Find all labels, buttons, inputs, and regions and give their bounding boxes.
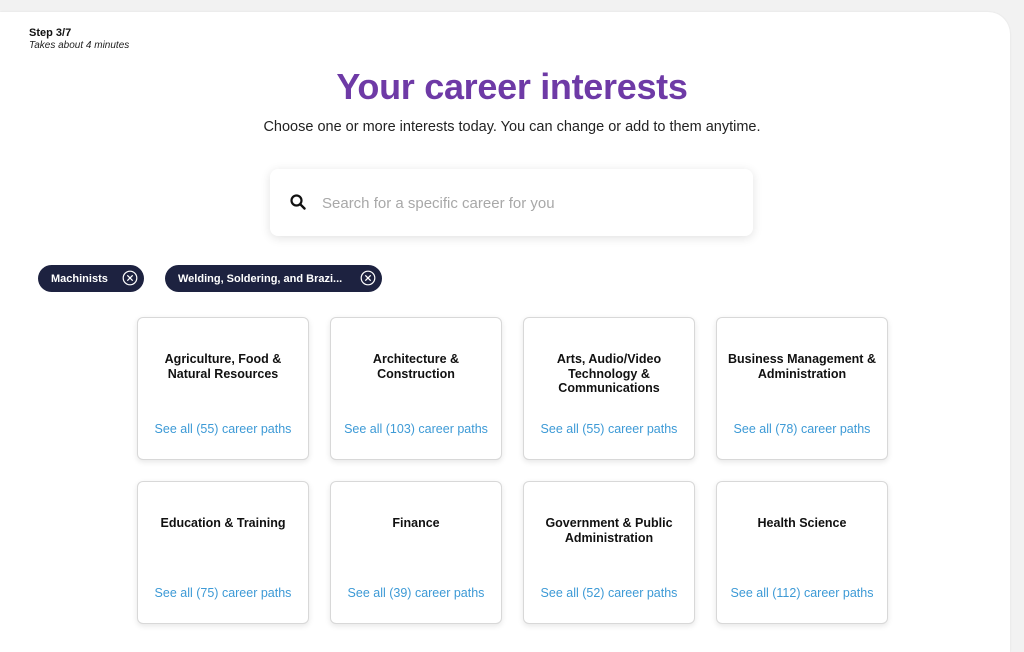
- page-title: Your career interests: [336, 66, 688, 107]
- see-all-link[interactable]: See all (52) career paths: [524, 586, 694, 600]
- card-title: Finance: [392, 516, 440, 530]
- see-all-link[interactable]: See all (103) career paths: [331, 422, 501, 436]
- category-card-finance[interactable]: Finance See all (39) career paths: [330, 481, 502, 624]
- card-title: Government & Public Administration: [545, 516, 673, 545]
- card-title: Architecture & Construction: [372, 352, 460, 381]
- see-all-link[interactable]: See all (78) career paths: [717, 422, 887, 436]
- card-title: Agriculture, Food & Natural Resources: [164, 352, 282, 381]
- category-card-architecture[interactable]: Architecture & Construction See all (103…: [330, 317, 502, 460]
- category-card-health-science[interactable]: Health Science See all (112) career path…: [716, 481, 888, 624]
- page-subtitle: Choose one or more interests today. You …: [263, 119, 761, 135]
- chip-label: Welding, Soldering, and Brazi...: [178, 272, 343, 285]
- search-input[interactable]: [320, 189, 724, 217]
- category-card-government[interactable]: Government & Public Administration See a…: [523, 481, 695, 624]
- see-all-link[interactable]: See all (112) career paths: [717, 586, 887, 600]
- close-circle-icon[interactable]: [360, 270, 376, 286]
- card-title: Arts, Audio/Video Technology & Communica…: [556, 352, 662, 395]
- category-card-business[interactable]: Business Management & Administration See…: [716, 317, 888, 460]
- see-all-link[interactable]: See all (39) career paths: [331, 586, 501, 600]
- card-title: Education & Training: [160, 516, 286, 530]
- see-all-link[interactable]: See all (55) career paths: [524, 422, 694, 436]
- chip-label: Machinists: [51, 272, 108, 285]
- card-title: Business Management & Administration: [728, 352, 876, 381]
- close-circle-icon[interactable]: [122, 270, 138, 286]
- see-all-link[interactable]: See all (75) career paths: [138, 586, 308, 600]
- step-duration: Takes about 4 minutes: [29, 40, 130, 51]
- see-all-link[interactable]: See all (55) career paths: [138, 422, 308, 436]
- step-indicator: Step 3/7: [29, 27, 72, 39]
- search-box[interactable]: [270, 169, 753, 236]
- category-card-education[interactable]: Education & Training See all (75) career…: [137, 481, 309, 624]
- category-card-arts[interactable]: Arts, Audio/Video Technology & Communica…: [523, 317, 695, 460]
- category-card-agriculture[interactable]: Agriculture, Food & Natural Resources Se…: [137, 317, 309, 460]
- selected-interest-chip: Welding, Soldering, and Brazi...: [165, 265, 382, 292]
- card-title: Health Science: [757, 516, 847, 530]
- search-icon: [290, 194, 306, 210]
- selected-interest-chip: Machinists: [38, 265, 144, 292]
